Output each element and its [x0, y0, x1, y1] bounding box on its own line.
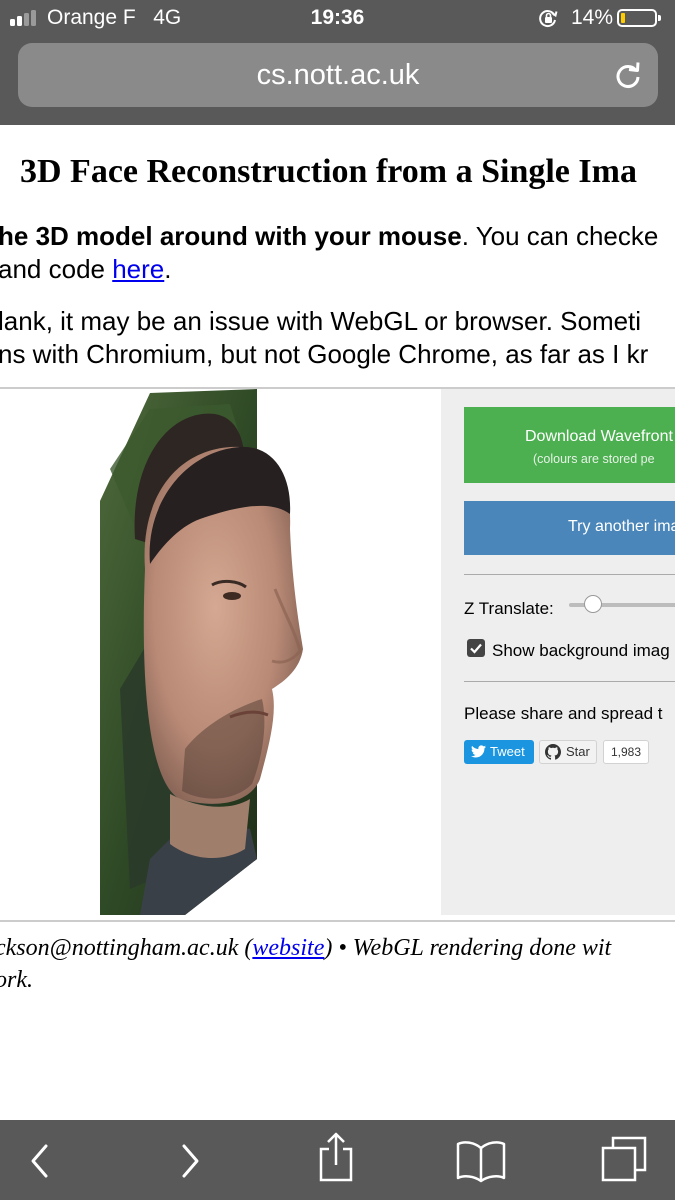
- download-button-note: (colours are stored pe: [533, 452, 655, 466]
- address-bar[interactable]: cs.nott.ac.uk: [18, 43, 658, 107]
- code-link[interactable]: here: [112, 254, 164, 284]
- z-translate-label: Z Translate:: [464, 599, 554, 618]
- share-icon[interactable]: [313, 1120, 359, 1200]
- control-panel: Download Wavefront (colours are stored p…: [441, 389, 675, 915]
- panel-divider-2: [464, 681, 675, 682]
- bookmarks-icon[interactable]: [454, 1120, 508, 1200]
- tweet-label: Tweet: [490, 744, 525, 759]
- website-link[interactable]: website: [252, 935, 324, 961]
- battery-icon: [617, 9, 661, 27]
- twitter-bird-icon: [471, 745, 486, 758]
- intro-line-2: and code here.: [0, 254, 172, 284]
- footer-line-1: ckson@nottingham.ac.uk (website) • WebGL…: [0, 935, 612, 961]
- warning-line-2: ns with Chromium, but not Google Chrome,…: [0, 339, 649, 369]
- browser-toolbar: [0, 1120, 675, 1200]
- checkmark-icon: [470, 643, 482, 654]
- battery-percent: 14%: [571, 6, 614, 29]
- face-model-render[interactable]: [0, 389, 441, 915]
- address-bar-area: cs.nott.ac.uk: [0, 36, 675, 125]
- star-count: 1,983: [611, 745, 642, 759]
- url-text[interactable]: cs.nott.ac.uk: [18, 59, 658, 92]
- web-page: 3D Face Reconstruction from a Single Ima…: [0, 125, 675, 1120]
- z-translate-slider-thumb[interactable]: [584, 595, 602, 613]
- star-count-badge[interactable]: 1,983: [603, 740, 649, 764]
- share-text: Please share and spread t: [464, 704, 663, 723]
- tweet-button[interactable]: Tweet: [464, 740, 534, 764]
- github-star-button[interactable]: Star: [539, 740, 597, 764]
- tabs-icon[interactable]: [598, 1120, 650, 1200]
- page-title: 3D Face Reconstruction from a Single Ima: [20, 153, 637, 190]
- reload-icon[interactable]: [613, 61, 643, 91]
- forward-icon[interactable]: [170, 1120, 210, 1200]
- footer-line-2: ork.: [0, 967, 33, 993]
- show-background-checkbox[interactable]: [467, 639, 485, 657]
- show-background-label: Show background imag: [492, 641, 670, 660]
- status-bar: Orange F 4G 19:36 14%: [0, 0, 675, 36]
- star-label: Star: [566, 744, 590, 759]
- back-icon[interactable]: [20, 1120, 60, 1200]
- 3d-model-viewer[interactable]: [0, 389, 441, 915]
- intro-bold-text: he 3D model around with your mouse: [0, 221, 462, 251]
- download-button-label: Download Wavefront: [525, 428, 673, 445]
- orientation-lock-icon: [539, 10, 558, 27]
- divider-bottom: [0, 920, 675, 922]
- try-another-image-button[interactable]: Try another ima: [464, 501, 675, 555]
- panel-divider-1: [464, 574, 675, 575]
- intro-line-1: he 3D model around with your mouse. You …: [0, 221, 659, 251]
- warning-line-1: lank, it may be an issue with WebGL or b…: [0, 306, 642, 336]
- github-icon: [545, 744, 561, 760]
- download-wavefront-button[interactable]: Download Wavefront (colours are stored p…: [464, 407, 675, 483]
- try-button-label: Try another ima: [568, 518, 675, 535]
